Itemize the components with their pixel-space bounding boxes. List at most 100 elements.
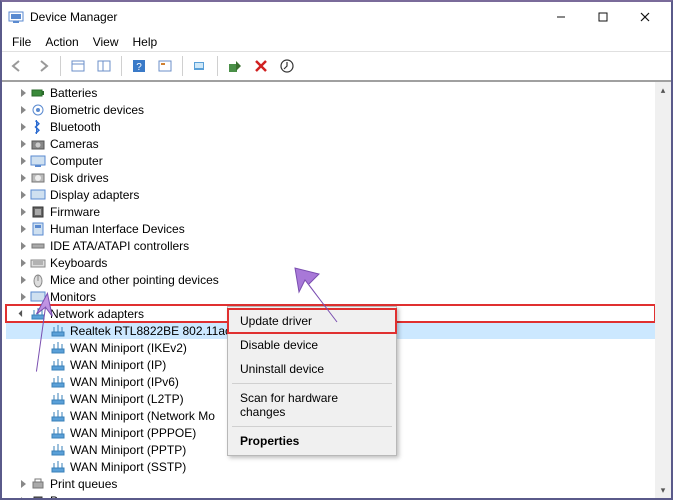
scan-button[interactable] <box>189 55 211 77</box>
display-icon <box>30 187 46 203</box>
properties-button[interactable] <box>154 55 176 77</box>
menubar: File Action View Help <box>2 32 671 52</box>
forward-button[interactable] <box>32 55 54 77</box>
tree-label: Bluetooth <box>50 120 101 134</box>
tree-label: WAN Miniport (PPPOE) <box>70 426 196 440</box>
expander-icon[interactable] <box>16 205 30 219</box>
ctx-separator <box>232 426 392 427</box>
tree-label: Computer <box>50 154 103 168</box>
svg-text:?: ? <box>136 62 142 73</box>
tree-node[interactable]: IDE ATA/ATAPI controllers <box>6 237 655 254</box>
tree-label: WAN Miniport (Network Mo <box>70 409 215 423</box>
tree-node[interactable]: Disk drives <box>6 169 655 186</box>
tree-label: Cameras <box>50 137 99 151</box>
scroll-down-button[interactable]: ▾ <box>655 482 671 498</box>
expander-icon[interactable] <box>16 273 30 287</box>
expander-icon[interactable] <box>16 494 30 499</box>
titlebar: Device Manager <box>2 2 671 32</box>
tree-label: WAN Miniport (IP) <box>70 358 166 372</box>
network-icon <box>30 306 46 322</box>
tree-label: Firmware <box>50 205 100 219</box>
expander-icon[interactable] <box>16 154 30 168</box>
network-icon <box>50 408 66 424</box>
ide-icon <box>30 238 46 254</box>
expander-icon[interactable] <box>16 103 30 117</box>
scrollbar[interactable]: ▴ ▾ <box>655 82 671 498</box>
toolbar-separator <box>182 56 183 76</box>
update-button[interactable] <box>276 55 298 77</box>
minimize-button[interactable] <box>541 4 581 30</box>
tree-label: Processors <box>50 494 110 499</box>
menu-action[interactable]: Action <box>39 33 84 51</box>
back-button[interactable] <box>6 55 28 77</box>
tree-label: WAN Miniport (SSTP) <box>70 460 186 474</box>
tree-label: Monitors <box>50 290 96 304</box>
menu-view[interactable]: View <box>87 33 125 51</box>
expander-icon[interactable] <box>16 477 30 491</box>
tree-node[interactable]: Print queues <box>6 475 655 492</box>
expander-icon[interactable] <box>16 222 30 236</box>
tree-node[interactable]: Mice and other pointing devices <box>6 271 655 288</box>
ctx-properties[interactable]: Properties <box>228 429 396 453</box>
menu-help[interactable]: Help <box>127 33 164 51</box>
tree-label: Human Interface Devices <box>50 222 185 236</box>
tree-label: Display adapters <box>50 188 139 202</box>
network-icon <box>50 391 66 407</box>
tree-node[interactable]: WAN Miniport (SSTP) <box>6 458 655 475</box>
tree-node[interactable]: Monitors <box>6 288 655 305</box>
network-icon <box>50 442 66 458</box>
tree-node[interactable]: Biometric devices <box>6 101 655 118</box>
network-icon <box>50 323 66 339</box>
tree-node[interactable]: Display adapters <box>6 186 655 203</box>
expander-icon[interactable] <box>16 120 30 134</box>
tree-node[interactable]: Batteries <box>6 84 655 101</box>
close-button[interactable] <box>625 4 665 30</box>
expander-icon[interactable] <box>16 239 30 253</box>
help-button[interactable]: ? <box>128 55 150 77</box>
biometric-icon <box>30 102 46 118</box>
expander-icon[interactable] <box>16 188 30 202</box>
network-icon <box>50 374 66 390</box>
ctx-scan-hardware[interactable]: Scan for hardware changes <box>228 386 396 424</box>
uninstall-button[interactable] <box>250 55 272 77</box>
expander-icon[interactable] <box>16 171 30 185</box>
disk-icon <box>30 170 46 186</box>
firmware-icon <box>30 204 46 220</box>
cpu-icon <box>30 493 46 499</box>
window-buttons <box>541 4 665 30</box>
tree-label: Network adapters <box>50 307 144 321</box>
enable-button[interactable] <box>224 55 246 77</box>
maximize-button[interactable] <box>583 4 623 30</box>
tree-label: WAN Miniport (L2TP) <box>70 392 184 406</box>
ctx-uninstall-device[interactable]: Uninstall device <box>228 357 396 381</box>
show-hide-button[interactable] <box>67 55 89 77</box>
device-manager-window: Device Manager File Action View Help ? B… <box>0 0 673 500</box>
tree-node[interactable]: Keyboards <box>6 254 655 271</box>
camera-icon <box>30 136 46 152</box>
tree-label: WAN Miniport (IPv6) <box>70 375 179 389</box>
ctx-update-driver[interactable]: Update driver <box>228 309 396 333</box>
tree-label: WAN Miniport (PPTP) <box>70 443 186 457</box>
expander-icon[interactable] <box>16 256 30 270</box>
bluetooth-icon <box>30 119 46 135</box>
expander-icon[interactable] <box>16 137 30 151</box>
tree-node[interactable]: Firmware <box>6 203 655 220</box>
tree-node[interactable]: Human Interface Devices <box>6 220 655 237</box>
keyboard-icon <box>30 255 46 271</box>
expander-icon[interactable] <box>16 307 30 321</box>
details-button[interactable] <box>93 55 115 77</box>
tree-node[interactable]: Bluetooth <box>6 118 655 135</box>
expander-icon[interactable] <box>16 290 30 304</box>
scroll-up-button[interactable]: ▴ <box>655 82 671 98</box>
expander-icon[interactable] <box>16 86 30 100</box>
context-menu: Update driver Disable device Uninstall d… <box>227 306 397 456</box>
menu-file[interactable]: File <box>6 33 37 51</box>
hid-icon <box>30 221 46 237</box>
tree-node[interactable]: Computer <box>6 152 655 169</box>
scroll-track[interactable] <box>655 98 671 482</box>
ctx-disable-device[interactable]: Disable device <box>228 333 396 357</box>
tree-node[interactable]: Cameras <box>6 135 655 152</box>
tree-label: WAN Miniport (IKEv2) <box>70 341 187 355</box>
network-icon <box>50 425 66 441</box>
tree-node[interactable]: Processors <box>6 492 655 498</box>
